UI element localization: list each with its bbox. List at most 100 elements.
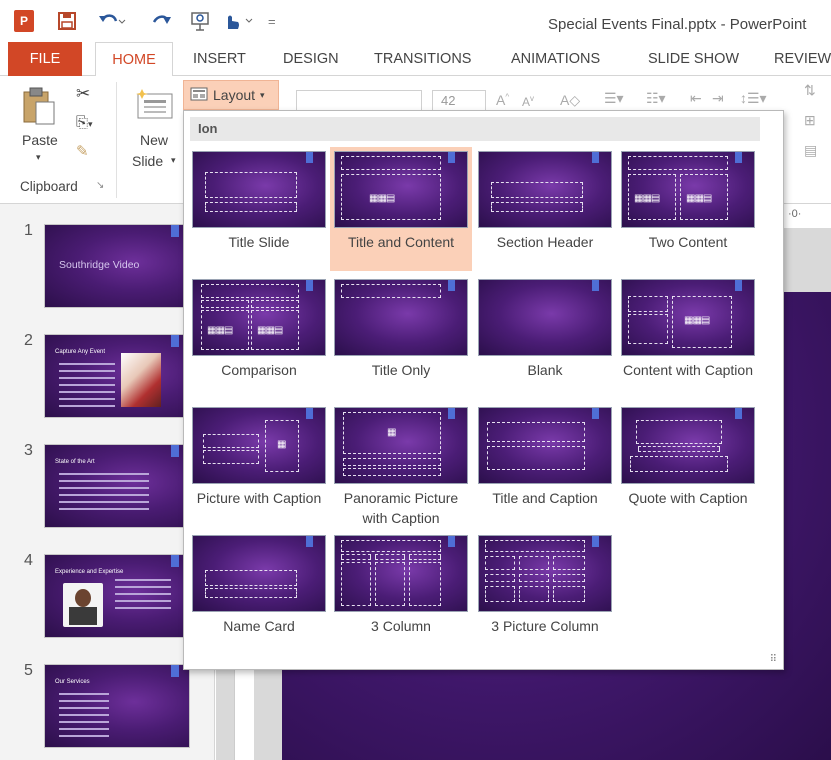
resize-grip-icon[interactable]: ⠿ xyxy=(770,654,777,665)
format-painter-icon[interactable]: ✎ xyxy=(76,142,89,160)
new-slide-arrow[interactable]: ▾ xyxy=(171,155,176,166)
slide-number: 3 xyxy=(24,442,33,459)
slide-thumbnail-title: Experience and Expertise xyxy=(55,569,124,575)
layout-title-slide[interactable]: Title Slide xyxy=(188,147,330,271)
layout-quote-with-caption[interactable]: Quote with Caption xyxy=(617,403,759,527)
layout-caption: Picture with Caption xyxy=(196,490,322,506)
line-spacing-icon[interactable]: ↕☰▾ xyxy=(740,90,767,107)
layout-dropdown-arrow: ▾ xyxy=(260,89,265,100)
bullets-icon[interactable]: ☰▾ xyxy=(604,90,624,107)
slide-thumbnail-title: Our Services xyxy=(55,679,90,685)
numbering-icon[interactable]: ☷▾ xyxy=(646,90,666,107)
text-direction-icon[interactable]: ⇅ xyxy=(804,82,816,99)
layout-gallery: Ion Title Slide ▦▦▤ Title and Content Se… xyxy=(183,110,784,670)
layout-caption: Panoramic Picture with Caption xyxy=(343,490,459,526)
slide-photo-icon xyxy=(63,583,103,627)
tab-insert[interactable]: INSERT xyxy=(193,42,246,76)
title-bar: P = Special Events Final.pptx - PowerPoi… xyxy=(0,0,831,42)
layout-content-with-caption[interactable]: ▦▦▤ Content with Caption xyxy=(617,275,759,399)
slide-thumbnail-3[interactable]: State of the Art xyxy=(44,444,190,528)
layout-thumbnail xyxy=(478,151,612,228)
layout-picture-with-caption[interactable]: ▦ Picture with Caption xyxy=(188,403,330,527)
slide-thumbnail-title: Capture Any Event xyxy=(55,349,106,355)
start-from-beginning-icon[interactable] xyxy=(190,10,212,32)
layout-title-and-content[interactable]: ▦▦▤ Title and Content xyxy=(330,147,472,271)
layout-title-only[interactable]: Title Only xyxy=(330,275,472,399)
increase-indent-icon[interactable]: ⇥ xyxy=(712,90,724,107)
tab-review[interactable]: REVIEW xyxy=(774,42,831,76)
paste-icon[interactable] xyxy=(22,86,56,126)
layout-caption: Content with Caption xyxy=(623,362,753,378)
new-slide-button[interactable]: New xyxy=(140,132,168,148)
layout-blank[interactable]: Blank xyxy=(474,275,616,399)
smartart-icon[interactable]: ▤ xyxy=(804,142,817,159)
layout-3-column[interactable]: 3 Column xyxy=(330,531,472,655)
layout-thumbnail xyxy=(478,535,612,612)
layout-caption: Name Card xyxy=(223,618,295,634)
new-slide-dropdown[interactable]: Slide xyxy=(132,153,163,169)
layout-thumbnail xyxy=(621,407,755,484)
layout-thumbnail: ▦▦▤ ▦▦▤ xyxy=(192,279,326,356)
layout-thumbnail xyxy=(192,151,326,228)
layout-name-card[interactable]: Name Card xyxy=(188,531,330,655)
font-name-box[interactable] xyxy=(296,90,422,112)
slide-number: 2 xyxy=(24,332,33,349)
layout-two-content[interactable]: ▦▦▤ ▦▦▤ Two Content xyxy=(617,147,759,271)
layout-caption: Title Slide xyxy=(228,234,290,250)
layout-comparison[interactable]: ▦▦▤ ▦▦▤ Comparison xyxy=(188,275,330,399)
window-title: Special Events Final.pptx - PowerPoint xyxy=(548,16,807,33)
slide-number: 1 xyxy=(24,222,33,239)
slide-thumbnail-2[interactable]: Capture Any Event xyxy=(44,334,190,418)
gallery-theme-header: Ion xyxy=(190,117,760,141)
save-icon[interactable] xyxy=(58,10,76,32)
tab-transitions[interactable]: TRANSITIONS xyxy=(374,42,471,76)
paste-dropdown-arrow[interactable]: ▾ xyxy=(36,152,41,163)
layout-3-picture-column[interactable]: 3 Picture Column xyxy=(474,531,616,655)
layout-thumbnail: ▦▦▤ ▦▦▤ xyxy=(621,151,755,228)
decrease-font-icon[interactable]: Av xyxy=(522,94,534,109)
layout-thumbnail xyxy=(334,279,468,356)
layout-caption: Title and Caption xyxy=(492,490,598,506)
align-text-icon[interactable]: ⊞ xyxy=(804,112,816,129)
slide-thumbnail-1[interactable]: Southridge Video xyxy=(44,224,190,308)
layout-caption: Quote with Caption xyxy=(628,490,748,506)
horizontal-ruler: ·0· xyxy=(784,204,831,228)
slide-thumbnail-5[interactable]: Our Services xyxy=(44,664,190,748)
tab-slide-show[interactable]: SLIDE SHOW xyxy=(648,42,739,76)
layout-caption: Comparison xyxy=(221,362,297,378)
tab-file[interactable]: FILE xyxy=(8,42,82,76)
clear-formatting-icon[interactable]: A◇ xyxy=(560,92,580,109)
redo-icon[interactable] xyxy=(150,10,172,32)
slide-photo-icon xyxy=(121,353,161,407)
touch-mode-icon[interactable] xyxy=(222,10,256,32)
vertical-ruler xyxy=(234,660,254,760)
slide-thumbnail-title: State of the Art xyxy=(55,459,95,465)
powerpoint-logo-icon: P xyxy=(14,10,34,32)
copy-icon[interactable]: ⎘▾ xyxy=(76,114,93,131)
layout-panoramic-picture-with-caption[interactable]: ▦ Panoramic Picture with Caption xyxy=(330,403,472,527)
undo-icon[interactable] xyxy=(98,10,126,32)
decrease-indent-icon[interactable]: ⇤ xyxy=(690,90,702,107)
customize-toolbar-icon[interactable]: = xyxy=(268,10,276,32)
slide-thumbnail-4[interactable]: Experience and Expertise xyxy=(44,554,190,638)
layout-thumbnail xyxy=(478,279,612,356)
tab-design[interactable]: DESIGN xyxy=(283,42,339,76)
layout-thumbnail: ▦▦▤ xyxy=(621,279,755,356)
clipboard-group-label: Clipboard xyxy=(20,179,78,194)
increase-font-icon[interactable]: A^ xyxy=(496,92,509,108)
layout-label: Layout xyxy=(213,87,256,103)
tab-home[interactable]: HOME xyxy=(95,42,173,77)
layout-button[interactable]: Layout ▾ xyxy=(183,80,279,110)
slide-thumbnail-title: Southridge Video xyxy=(59,259,140,271)
layout-caption: Two Content xyxy=(648,234,728,250)
group-divider xyxy=(116,82,117,198)
clipboard-launcher-icon[interactable]: ↘ xyxy=(96,180,104,191)
cut-icon[interactable]: ✂ xyxy=(76,84,90,104)
layout-caption: Title and Content xyxy=(347,234,455,250)
new-slide-icon[interactable] xyxy=(132,86,176,120)
layout-title-and-caption[interactable]: Title and Caption xyxy=(474,403,616,527)
paste-button[interactable]: Paste xyxy=(22,132,58,148)
tab-animations[interactable]: ANIMATIONS xyxy=(511,42,600,76)
layout-section-header[interactable]: Section Header xyxy=(474,147,616,271)
font-size-box[interactable]: 42 xyxy=(432,90,486,112)
